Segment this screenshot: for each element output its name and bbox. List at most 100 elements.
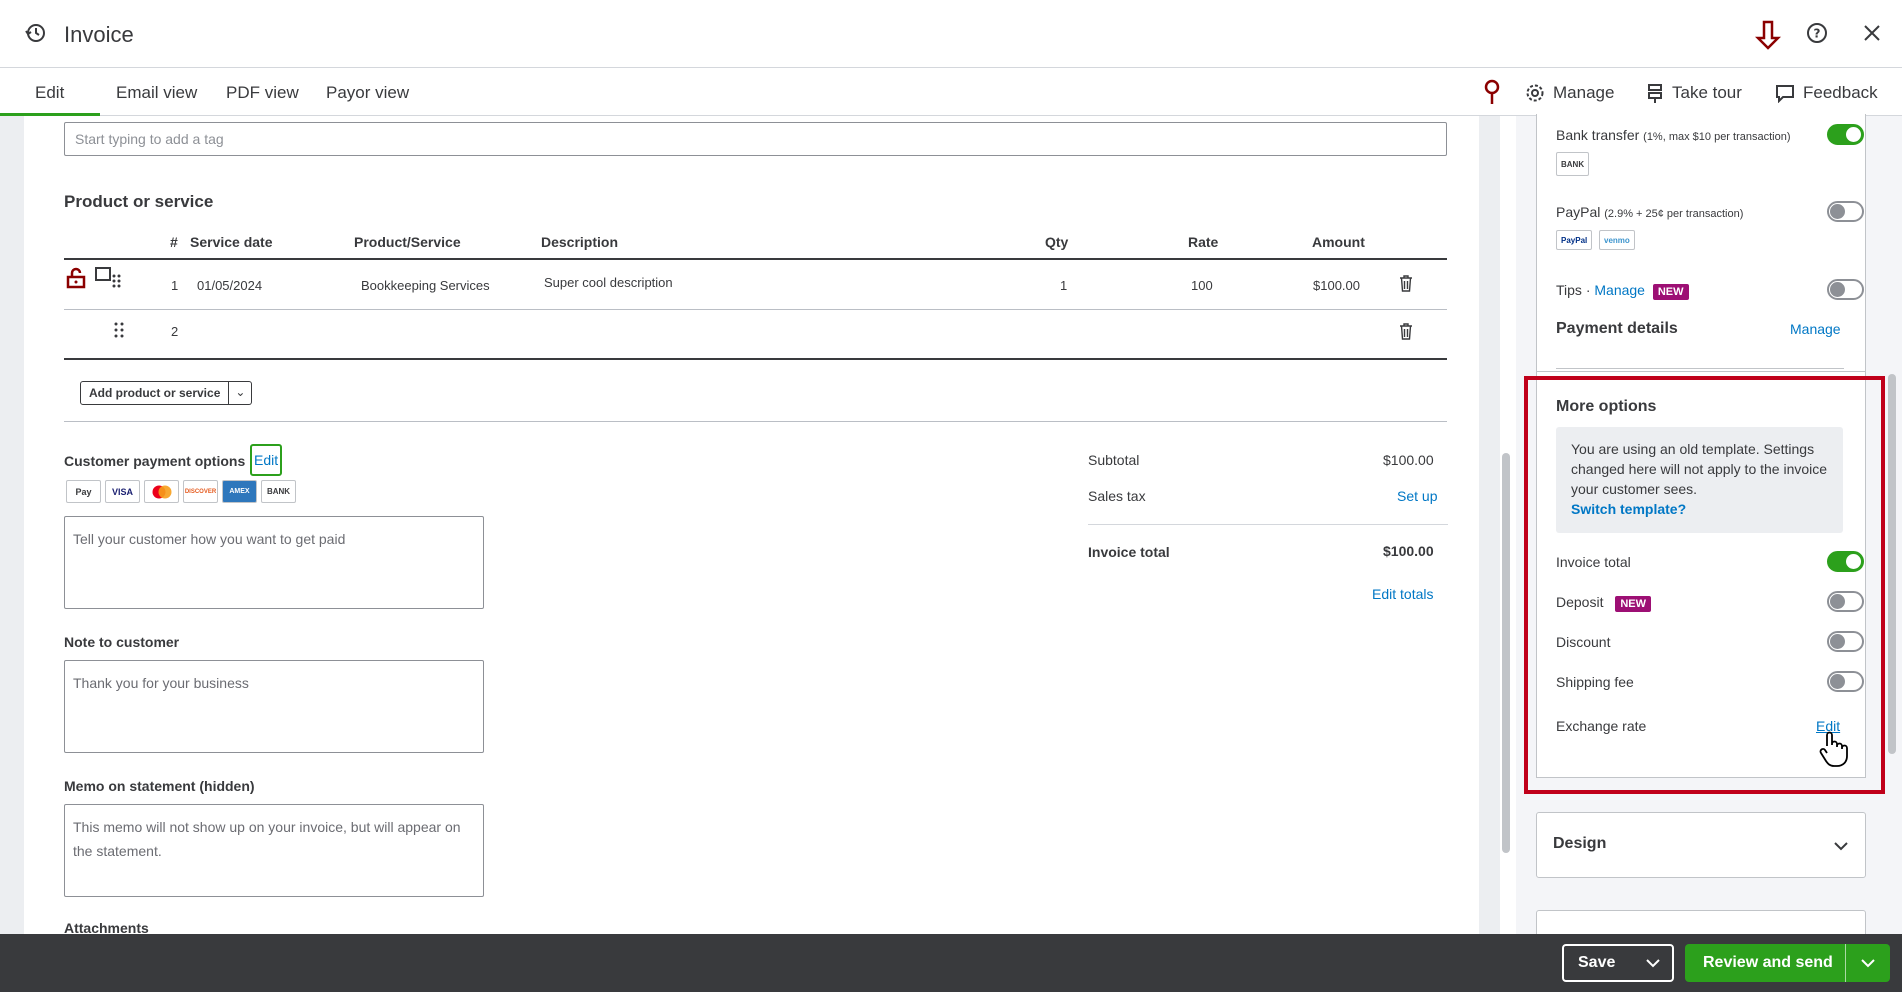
review-and-send-button[interactable]: Review and send xyxy=(1703,954,1833,972)
bank-logo: BANK xyxy=(261,480,296,503)
row2-delete-icon[interactable] xyxy=(1399,323,1413,340)
bank-transfer-logo: BANK xyxy=(1556,152,1590,176)
review-send-dropdown-icon[interactable] xyxy=(1861,955,1875,973)
col-product-service: Product/Service xyxy=(354,234,461,250)
tips-label: Tips · Manage NEW xyxy=(1556,282,1689,300)
history-icon[interactable] xyxy=(24,22,46,49)
row1-product[interactable]: Bookkeeping Services xyxy=(361,278,490,293)
amex-logo: AMEX xyxy=(222,480,257,503)
product-section-title: Product or service xyxy=(64,192,214,211)
payment-details-manage-link[interactable]: Manage xyxy=(1790,321,1841,337)
svg-text:?: ? xyxy=(1814,27,1821,41)
add-product-button-group: Add product or service ⌄ xyxy=(80,381,253,405)
memo-field[interactable]: This memo will not show up on your invoi… xyxy=(64,804,484,897)
tab-email-view[interactable]: Email view xyxy=(116,83,197,103)
bank-transfer-label: Bank transfer (1%, max $10 per transacti… xyxy=(1556,127,1791,143)
memo-label: Memo on statement (hidden) xyxy=(64,778,255,794)
payment-logos: Pay VISA DISCOVER AMEX BANK xyxy=(66,480,296,503)
invoice-form-area: Start typing to add a tag Product or ser… xyxy=(0,116,1510,936)
save-button-group: Save xyxy=(1562,944,1674,982)
sales-tax-label: Sales tax xyxy=(1088,488,1146,504)
invoice-total-value: $100.00 xyxy=(1383,543,1434,559)
gear-icon xyxy=(1526,84,1544,102)
review-send-button-group: Review and send xyxy=(1685,944,1890,982)
row1-delete-icon[interactable] xyxy=(1399,275,1413,292)
row1-amount[interactable]: $100.00 xyxy=(1313,278,1360,293)
note-to-customer-value: Thank you for your business xyxy=(73,675,249,691)
review-send-divider xyxy=(1845,944,1846,982)
payment-instructions-field[interactable]: Tell your customer how you want to get p… xyxy=(64,516,484,609)
chat-bubble-icon xyxy=(1776,85,1794,103)
feedback-button[interactable]: Feedback xyxy=(1775,83,1878,103)
take-tour-label: Take tour xyxy=(1672,83,1742,102)
design-card[interactable]: Design xyxy=(1536,812,1866,878)
row1-description[interactable]: Super cool description xyxy=(544,275,673,290)
tips-toggle[interactable] xyxy=(1827,279,1864,300)
close-icon[interactable] xyxy=(1863,24,1881,47)
col-number: # xyxy=(170,234,178,250)
invoice-total-label: Invoice total xyxy=(1088,544,1170,560)
payment-options-card: Bank transfer (1%, max $10 per transacti… xyxy=(1536,114,1866,372)
right-panel: Bank transfer (1%, max $10 per transacti… xyxy=(1516,114,1902,950)
row1-rate[interactable]: 100 xyxy=(1191,278,1213,293)
panel-scrollbar[interactable] xyxy=(1888,374,1896,754)
totals-divider xyxy=(1088,524,1448,525)
memo-value: This memo will not show up on your invoi… xyxy=(73,819,461,859)
sales-tax-setup-link[interactable]: Set up xyxy=(1397,488,1437,504)
row2-drag-handle-icon[interactable] xyxy=(114,322,124,343)
bottom-bar: Save Review and send xyxy=(0,934,1902,992)
note-to-customer-field[interactable]: Thank you for your business xyxy=(64,660,484,753)
row1-qty[interactable]: 1 xyxy=(1060,278,1067,293)
subtotal-value: $100.00 xyxy=(1383,452,1434,468)
signpost-icon xyxy=(1648,84,1662,103)
design-title: Design xyxy=(1553,835,1607,852)
take-tour-button[interactable]: Take tour xyxy=(1646,83,1742,103)
tags-input[interactable]: Start typing to add a tag xyxy=(64,122,1447,156)
tips-new-badge: NEW xyxy=(1652,284,1689,300)
subtotal-label: Subtotal xyxy=(1088,452,1140,468)
venmo-logo: venmo xyxy=(1599,230,1635,250)
paypal-toggle[interactable] xyxy=(1827,201,1864,222)
drag-handle-icon[interactable] xyxy=(94,266,122,295)
highlight-box xyxy=(1524,376,1885,794)
help-icon[interactable]: ? xyxy=(1806,22,1828,49)
feedback-label: Feedback xyxy=(1803,83,1878,102)
col-description: Description xyxy=(541,234,619,250)
invoice-form-card: Start typing to add a tag Product or ser… xyxy=(24,116,1479,936)
row2-number: 2 xyxy=(171,324,179,339)
save-button[interactable]: Save xyxy=(1578,954,1615,972)
tab-pdf-view[interactable]: PDF view xyxy=(226,83,299,103)
col-service-date: Service date xyxy=(190,234,273,250)
payment-options-edit-link[interactable]: Edit xyxy=(250,444,283,476)
manage-label: Manage xyxy=(1553,83,1615,102)
save-dropdown-icon[interactable] xyxy=(1646,955,1660,973)
pin-icon[interactable] xyxy=(1482,79,1502,110)
table-header-divider xyxy=(64,258,1447,260)
tips-manage-link[interactable]: Manage xyxy=(1594,282,1645,298)
row1-service-date[interactable]: 01/05/2024 xyxy=(197,278,262,293)
mastercard-logo xyxy=(144,480,179,503)
apple-pay-logo: Pay xyxy=(66,480,101,503)
lock-icon[interactable] xyxy=(64,266,88,295)
manage-button[interactable]: Manage xyxy=(1525,83,1614,103)
add-product-button[interactable]: Add product or service xyxy=(80,381,230,405)
edit-totals-link[interactable]: Edit totals xyxy=(1372,586,1433,602)
payment-options-label: Customer payment options xyxy=(64,453,246,469)
payment-details-label: Payment details xyxy=(1556,320,1678,337)
bank-transfer-name: Bank transfer xyxy=(1556,127,1640,143)
col-amount: Amount xyxy=(1312,234,1365,250)
visa-logo: VISA xyxy=(105,480,140,503)
row1-divider xyxy=(64,309,1447,310)
discover-logo: DISCOVER xyxy=(183,480,218,503)
chevron-down-icon[interactable] xyxy=(1834,838,1848,856)
tags-placeholder: Start typing to add a tag xyxy=(75,131,224,147)
col-qty: Qty xyxy=(1045,234,1069,250)
section-divider xyxy=(64,421,1447,422)
payment-details-divider xyxy=(1556,368,1844,369)
tab-edit[interactable]: Edit xyxy=(35,83,64,103)
bank-transfer-toggle[interactable] xyxy=(1827,124,1864,145)
payment-instructions-placeholder: Tell your customer how you want to get p… xyxy=(73,531,346,547)
add-product-dropdown-icon[interactable]: ⌄ xyxy=(229,381,253,405)
tab-payor-view[interactable]: Payor view xyxy=(326,83,409,103)
form-scrollbar[interactable] xyxy=(1502,453,1510,853)
